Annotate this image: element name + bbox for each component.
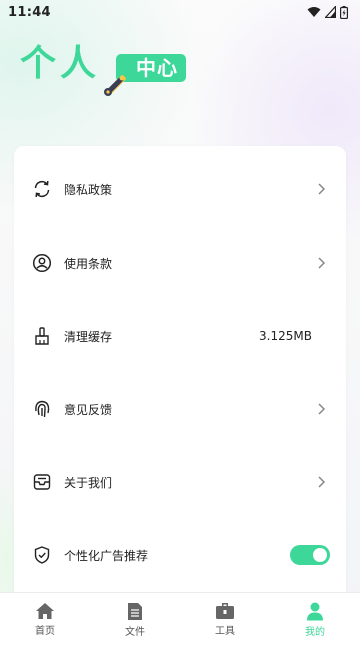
tab-files[interactable]: 文件	[90, 593, 180, 646]
wrench-screwdriver-icon	[104, 75, 126, 96]
menu-item-personalized-ads: 个性化广告推荐	[14, 535, 346, 575]
status-icons	[307, 5, 348, 19]
toggle-knob	[313, 548, 327, 562]
inbox-icon	[32, 472, 52, 492]
tab-label: 我的	[305, 626, 325, 638]
menu-item-label: 关于我们	[64, 475, 113, 490]
chevron-right-icon	[318, 183, 326, 195]
cache-size-value: 3.125MB	[259, 329, 312, 343]
page-title: 个人	[20, 43, 101, 84]
menu-item-label: 清理缓存	[64, 329, 113, 344]
menu-item-feedback[interactable]: 意见反馈	[14, 389, 346, 429]
tab-home[interactable]: 首页	[0, 593, 90, 646]
menu-item-about-us[interactable]: 关于我们	[14, 462, 346, 502]
fingerprint-icon	[32, 399, 52, 419]
shield-check-icon	[32, 545, 52, 565]
bottom-tab-bar: 首页 文件 工具 我的	[0, 592, 360, 646]
tab-tools[interactable]: 工具	[180, 593, 270, 646]
menu-item-label: 使用条款	[64, 256, 113, 271]
menu-item-label: 个性化广告推荐	[64, 548, 149, 563]
refresh-icon	[32, 179, 52, 199]
tab-label: 文件	[125, 626, 145, 638]
menu-item-label: 意见反馈	[64, 402, 113, 417]
tab-label: 首页	[35, 626, 55, 637]
tab-label: 工具	[215, 626, 235, 637]
toolbox-icon	[216, 603, 234, 619]
battery-icon	[340, 5, 348, 19]
person-icon	[307, 602, 323, 620]
menu-item-clear-cache[interactable]: 清理缓存 3.125MB	[14, 316, 346, 356]
broom-icon	[32, 326, 52, 346]
menu-item-privacy-policy[interactable]: 隐私政策	[14, 169, 346, 209]
user-circle-icon	[32, 253, 52, 273]
status-bar: 11:44	[0, 0, 360, 24]
page-header: 个人 中心	[20, 40, 220, 104]
home-icon	[36, 603, 54, 619]
file-icon	[128, 602, 142, 620]
wifi-icon	[307, 7, 321, 17]
menu-item-terms-of-use[interactable]: 使用条款	[14, 243, 346, 283]
settings-card: 隐私政策 使用条款 清理缓存 3.125MB 意见反馈 关于我们 个性化广告推荐	[14, 146, 346, 606]
chevron-right-icon	[318, 403, 326, 415]
chevron-right-icon	[318, 257, 326, 269]
status-time: 11:44	[8, 4, 51, 20]
personalized-ads-toggle[interactable]	[290, 545, 330, 565]
signal-icon	[325, 6, 336, 18]
tab-mine[interactable]: 我的	[270, 593, 360, 646]
chevron-right-icon	[318, 476, 326, 488]
menu-item-label: 隐私政策	[64, 182, 113, 197]
